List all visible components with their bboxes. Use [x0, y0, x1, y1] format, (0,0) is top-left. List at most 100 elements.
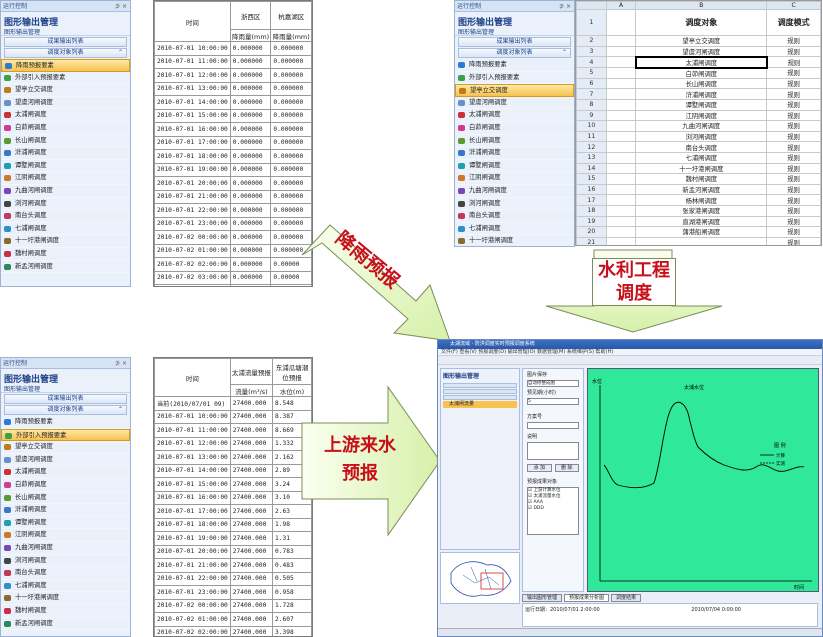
delete-button[interactable]: 删 除 [554, 464, 579, 472]
cell-dispatch-object[interactable]: 望虞河闸调度 [635, 45, 768, 58]
table-cell[interactable]: 0.000000 [229, 41, 272, 56]
table-cell[interactable]: 2010-07-01 18:00:00 [154, 149, 231, 164]
table-cell[interactable]: 27400.000 [229, 504, 274, 519]
cell[interactable] [605, 130, 637, 143]
table-cell[interactable]: 0.000000 [270, 108, 312, 123]
cell[interactable] [605, 194, 637, 206]
table-cell[interactable]: 0.505 [272, 571, 312, 586]
cell-dispatch-mode[interactable]: 规则 [766, 67, 821, 79]
cell-dispatch-object[interactable]: 蒲港船闸调度 [635, 226, 768, 238]
dispatch-item[interactable]: 白茆闸调度 [455, 122, 574, 135]
dispatch-list-button[interactable]: 调度对象列表 ⌃ [4, 48, 127, 58]
app-side-item-selected[interactable]: 太浦闸流量 [443, 401, 517, 408]
dispatch-item[interactable]: 望亭立交调度 [455, 84, 574, 97]
table-cell[interactable]: 0.000000 [229, 189, 272, 204]
form-scheme-input[interactable] [527, 422, 579, 429]
header-dispatch-object[interactable]: 调度对象 [635, 9, 768, 36]
table-cell[interactable]: 27400.000 [229, 598, 274, 613]
menu-bar[interactable]: 文件(F) 查看(V) 预报调度(D) 输出管理(O) 数据管理(M) 系统维护… [438, 349, 822, 356]
cell-dispatch-object[interactable]: 新孟河闸调度 [635, 183, 768, 196]
dispatch-item[interactable]: 白茆闸调度 [1, 479, 130, 492]
table-cell[interactable]: 0.000000 [270, 41, 312, 56]
table-cell[interactable]: 当前(2010/07/01 09) [154, 396, 231, 411]
tab[interactable]: 调度结果 [611, 594, 642, 602]
cell-dispatch-mode[interactable]: 规则 [766, 35, 821, 47]
dispatch-list-button[interactable]: 调度对象列表 ⌃ [458, 48, 571, 58]
cell-dispatch-object[interactable]: 浒浦闸调度 [635, 88, 768, 100]
dispatch-item[interactable]: 望虞河闸调度 [1, 454, 130, 467]
result-object-item[interactable]: ☑ DDD [528, 506, 578, 512]
cell-dispatch-object[interactable]: 直湖港闸调度 [635, 215, 768, 228]
table-cell[interactable]: 0.483 [272, 558, 312, 573]
cell-dispatch-mode[interactable]: 规则 [766, 151, 821, 164]
cell-dispatch-mode[interactable]: 规则 [766, 204, 821, 217]
table-cell[interactable]: 2010-07-01 12:00:00 [154, 436, 231, 451]
dispatch-item[interactable]: 七浦闸调度 [455, 223, 574, 236]
dispatch-item[interactable]: 魏村闸调度 [1, 605, 130, 618]
cell-dispatch-object[interactable] [635, 236, 768, 245]
cell[interactable] [605, 35, 637, 47]
cell[interactable] [605, 204, 637, 217]
tab[interactable]: 输出图形管理 [522, 594, 563, 602]
cell-dispatch-object[interactable]: 白茆闸调度 [635, 67, 768, 79]
table-cell[interactable]: 2010-07-02 02:00:00 [154, 257, 231, 272]
cell-dispatch-mode[interactable]: 规则 [766, 120, 821, 132]
dispatch-item[interactable]: 降雨预报要素 [1, 416, 130, 429]
table-cell[interactable]: 2010-07-01 13:00:00 [154, 81, 231, 96]
dispatch-item[interactable]: 十一圩港闸调度 [1, 235, 130, 248]
dispatch-item[interactable]: 浏河闸调度 [455, 198, 574, 211]
dispatch-item[interactable]: 新孟河闸调度 [1, 261, 130, 274]
table-cell[interactable]: 0.000000 [229, 68, 272, 83]
cell-dispatch-mode[interactable]: 规则 [766, 98, 821, 111]
dispatch-item[interactable]: 浏河闸调度 [1, 198, 130, 211]
dispatch-item[interactable]: 江阴闸调度 [1, 172, 130, 185]
table-cell[interactable]: 2010-07-01 17:00:00 [154, 504, 231, 519]
cell[interactable] [605, 151, 637, 164]
cell-dispatch-mode[interactable]: 规则 [766, 226, 821, 238]
dispatch-item[interactable]: 南台头调度 [455, 210, 574, 223]
dispatch-item[interactable]: 九曲河闸调度 [455, 185, 574, 198]
cell-dispatch-object[interactable]: 张家港闸调度 [635, 204, 768, 217]
table-cell[interactable]: 0.000000 [229, 243, 272, 258]
dispatch-item[interactable]: 谭墅闸调度 [455, 160, 574, 173]
table-cell[interactable]: 0.783 [272, 544, 312, 559]
dispatch-item[interactable]: 十一圩港闸调度 [1, 592, 130, 605]
table-cell[interactable]: 2010-07-01 22:00:00 [154, 203, 231, 218]
col-header-c[interactable]: C [766, 1, 821, 10]
cell-dispatch-object[interactable]: 谭墅闸调度 [635, 98, 768, 111]
cell[interactable] [605, 98, 637, 111]
table-cell[interactable]: 0.000000 [229, 203, 272, 218]
table-cell[interactable]: 0.000000 [229, 135, 272, 150]
dispatch-item[interactable]: 十一圩港闸调度 [455, 235, 574, 246]
results-list-button[interactable]: 成果输出列表 [4, 37, 127, 47]
table-cell[interactable]: 2.607 [272, 612, 312, 627]
cell-dispatch-mode[interactable]: 规则 [766, 56, 821, 69]
dispatch-item[interactable]: 望虞河闸调度 [1, 97, 130, 110]
table-cell[interactable]: 1.728 [272, 598, 312, 613]
dispatch-item[interactable]: 外部引入预报要素 [455, 72, 574, 85]
cell-dispatch-mode[interactable]: 规则 [766, 162, 821, 175]
col-header-a[interactable]: A [605, 1, 637, 10]
cell[interactable] [605, 88, 637, 100]
table-cell[interactable]: 27400.000 [229, 396, 274, 411]
table-cell[interactable]: 27400.000 [229, 477, 274, 492]
table-cell[interactable]: 2010-07-02 04:00:00 [154, 284, 231, 286]
table-cell[interactable]: 0.000000 [270, 149, 312, 164]
cell-dispatch-object[interactable]: 魏村闸调度 [635, 173, 768, 185]
table-cell[interactable]: 2010-07-01 14:00:00 [154, 463, 231, 478]
add-button[interactable]: 添 加 [527, 464, 552, 472]
cell-dispatch-mode[interactable]: 规则 [766, 88, 821, 100]
basin-map[interactable] [440, 552, 520, 604]
table-cell[interactable]: 2010-07-01 19:00:00 [154, 162, 231, 177]
table-cell[interactable]: 27400.000 [229, 450, 274, 465]
cell-dispatch-object[interactable]: 江阴闸调度 [635, 109, 768, 122]
dispatch-item[interactable]: 新孟河闸调度 [1, 618, 130, 631]
dispatch-item[interactable]: 降雨预报要素 [1, 59, 130, 72]
cell-dispatch-mode[interactable]: 规则 [766, 109, 821, 122]
table-cell[interactable]: 2010-07-01 18:00:00 [154, 517, 231, 532]
table-cell[interactable]: 27400.000 [229, 625, 274, 636]
dispatch-item[interactable]: 浏河闸调度 [1, 555, 130, 568]
table-cell[interactable]: 0.000000 [229, 108, 272, 123]
table-cell[interactable]: 27400.000 [229, 463, 274, 478]
table-cell[interactable]: 2010-07-01 20:00:00 [154, 176, 231, 191]
